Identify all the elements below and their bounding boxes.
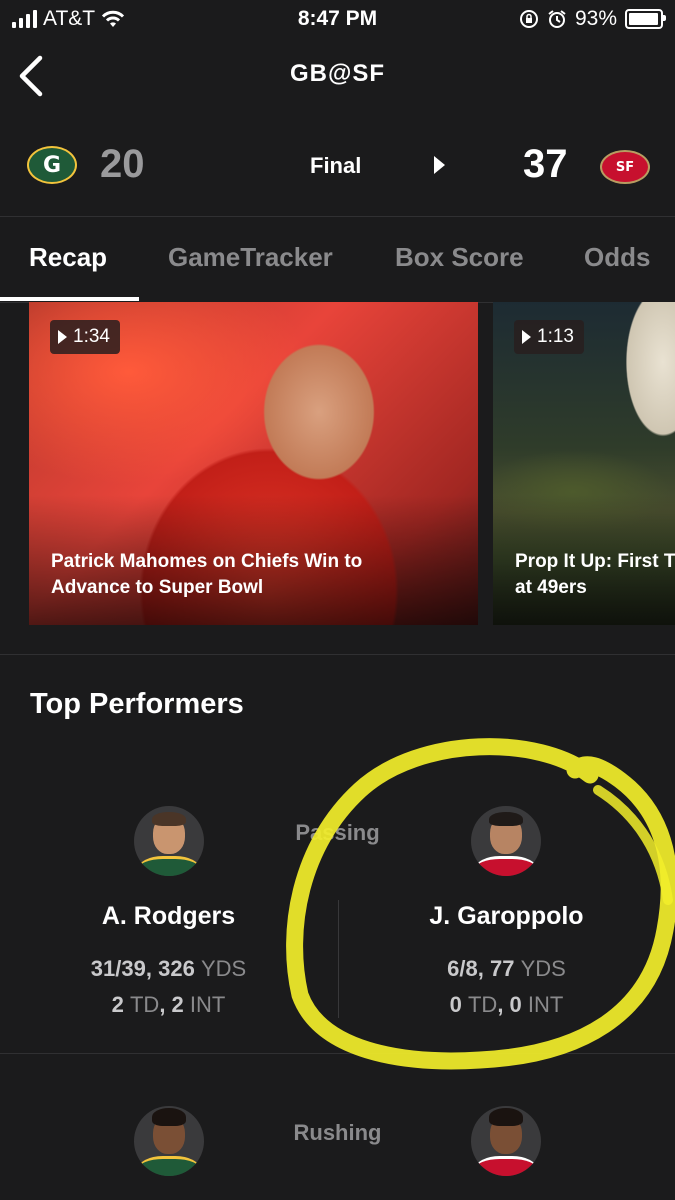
video-duration: 1:13 xyxy=(537,326,574,347)
away-score: 20 xyxy=(100,142,145,186)
play-icon xyxy=(58,330,67,344)
play-icon xyxy=(522,330,531,344)
tab-bar: Recap GameTracker Box Score Odds xyxy=(0,218,675,303)
packers-logo-letter: G xyxy=(42,152,62,178)
stat-unit: INT xyxy=(189,992,226,1017)
stat-value: 0 xyxy=(509,992,522,1017)
stat-unit: TD xyxy=(129,992,160,1017)
player-stat-line: 31/39, 326 YDS xyxy=(90,956,247,981)
page-title: GB@SF xyxy=(289,60,386,87)
tab-odds[interactable]: Odds xyxy=(584,242,650,273)
niners-logo-text: SF xyxy=(615,159,635,175)
row-divider xyxy=(0,1053,675,1054)
stat-value: 326 xyxy=(158,956,195,981)
player-name[interactable]: J. Garoppolo xyxy=(338,902,675,931)
video-card[interactable]: 1:13 Prop It Up: First T at 49ers xyxy=(493,302,675,625)
video-card[interactable]: 1:34 Patrick Mahomes on Chiefs Win to Ad… xyxy=(29,302,478,625)
battery-icon xyxy=(625,9,666,29)
video-duration-badge: 1:34 xyxy=(50,320,120,354)
stat-unit: TD xyxy=(467,992,498,1017)
active-tab-indicator xyxy=(0,297,139,301)
tab-recap[interactable]: Recap xyxy=(29,242,107,273)
game-status: Final xyxy=(310,153,362,178)
battery-percent: 93% xyxy=(574,7,617,30)
scoreboard[interactable]: G 20 Final 37 SF xyxy=(0,120,675,217)
status-bar: AT&T 8:47 PM 93% xyxy=(0,0,675,38)
stat-unit: YDS xyxy=(200,956,247,981)
niners-logo-icon: SF xyxy=(600,150,650,184)
stat-value: 2 xyxy=(171,992,184,1017)
play-triangle-icon xyxy=(434,156,445,174)
player-stat-line: 2 TD, 2 INT xyxy=(111,992,226,1017)
nav-bar: GB@SF xyxy=(0,38,675,118)
section-title: Top Performers xyxy=(30,688,244,720)
rotation-lock-icon xyxy=(519,10,538,28)
player-name[interactable]: A. Rodgers xyxy=(0,902,337,931)
column-divider xyxy=(338,900,339,1018)
stat-category-label: Rushing xyxy=(293,1120,382,1145)
video-title-line: at 49ers xyxy=(515,577,587,598)
stat-unit: INT xyxy=(527,992,564,1017)
stat-value: 31/39 xyxy=(90,956,146,981)
home-score: 37 xyxy=(523,142,568,186)
stat-unit: YDS xyxy=(520,956,566,981)
video-title-line: Advance to Super Bowl xyxy=(51,577,264,598)
video-carousel[interactable]: 1:34 Patrick Mahomes on Chiefs Win to Ad… xyxy=(0,302,675,655)
stat-value: 6/8 xyxy=(447,956,478,981)
video-title: Patrick Mahomes on Chiefs Win to Advance… xyxy=(51,549,411,601)
stat-value: 0 xyxy=(449,992,462,1017)
video-duration: 1:34 xyxy=(73,326,110,347)
status-right: 93% xyxy=(519,7,666,31)
video-duration-badge: 1:13 xyxy=(514,320,584,354)
video-title: Prop It Up: First T at 49ers xyxy=(515,549,675,601)
stat-category-label: Passing xyxy=(295,820,380,845)
video-title-line: Patrick Mahomes on Chiefs Win to xyxy=(51,551,363,572)
tab-gametracker[interactable]: GameTracker xyxy=(168,242,333,273)
player-stat-line: 0 TD, 0 INT xyxy=(449,992,564,1017)
alarm-icon xyxy=(548,10,566,28)
tab-box-score[interactable]: Box Score xyxy=(395,242,524,273)
stat-value: 2 xyxy=(111,992,124,1017)
packers-logo-icon: G xyxy=(27,146,77,184)
stat-value: 77 xyxy=(489,956,515,981)
video-title-line: Prop It Up: First T xyxy=(515,551,675,572)
player-stat-line: 6/8, 77 YDS xyxy=(447,956,566,981)
